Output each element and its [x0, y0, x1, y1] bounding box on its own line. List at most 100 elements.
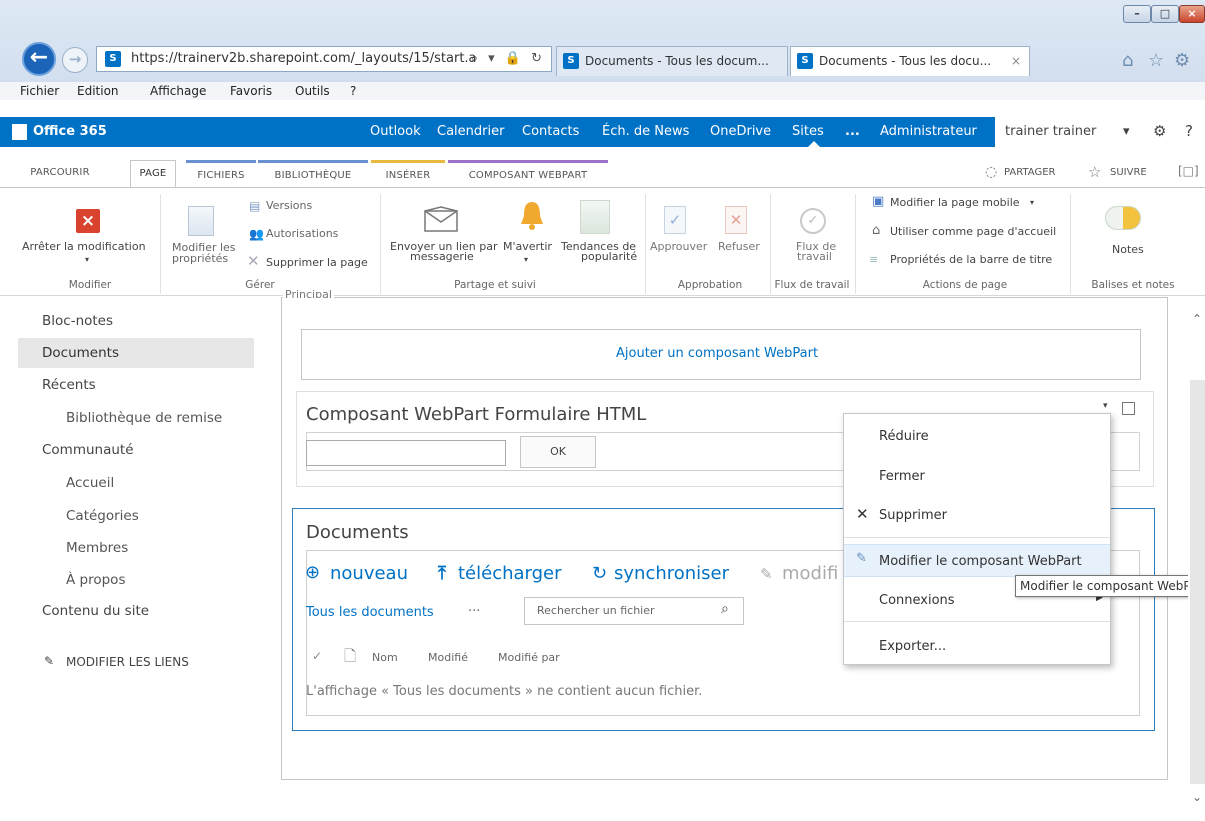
- title-bar-button[interactable]: Propriétés de la barre de titre: [890, 254, 1052, 266]
- suite-link-sites[interactable]: Sites: [792, 124, 824, 139]
- tab-fichiers[interactable]: FICHIERS: [186, 160, 256, 188]
- nav-item-bloc-notes[interactable]: Bloc-notes: [42, 313, 113, 329]
- search-icon[interactable]: ⌕: [721, 601, 729, 617]
- page-properties-icon[interactable]: [188, 206, 214, 236]
- browser-tab-active[interactable]: S Documents - Tous les docu... ×: [790, 46, 1030, 76]
- scroll-down-icon[interactable]: ⌄: [1192, 790, 1202, 804]
- edit-button[interactable]: modifi: [782, 563, 838, 584]
- upload-button[interactable]: télécharger: [458, 563, 562, 584]
- chevron-down-icon[interactable]: ▾: [1030, 197, 1034, 209]
- follow-button[interactable]: SUIVRE: [1110, 167, 1147, 178]
- pencil-icon[interactable]: ✎: [44, 654, 54, 668]
- menu-help[interactable]: ?: [350, 84, 356, 98]
- approve-button[interactable]: Approuver: [650, 241, 707, 253]
- column-header-name[interactable]: Nom: [372, 651, 398, 664]
- address-bar[interactable]: S https://trainerv2b.sharepoint.com/_lay…: [96, 46, 552, 72]
- tab-close-icon[interactable]: ×: [1011, 47, 1021, 75]
- minimize-button[interactable]: –: [1123, 5, 1151, 23]
- suite-more[interactable]: ...: [845, 124, 860, 139]
- suite-link-contacts[interactable]: Contacts: [522, 124, 579, 139]
- webpart-select-checkbox[interactable]: [1122, 402, 1135, 415]
- webpart-menu-icon[interactable]: ▾: [1103, 401, 1108, 411]
- add-circle-icon[interactable]: ⊕: [305, 562, 320, 583]
- nav-item-a-propos[interactable]: À propos: [66, 572, 125, 588]
- scroll-up-icon[interactable]: ⌃: [1192, 312, 1202, 326]
- reject-button[interactable]: Refuser: [718, 241, 760, 253]
- permissions-icon[interactable]: 👥: [249, 228, 264, 240]
- menu-item-edit-webpart[interactable]: Modifier le composant WebPart: [844, 544, 1110, 577]
- chevron-down-icon[interactable]: ▾: [524, 254, 528, 266]
- suite-link-outlook[interactable]: Outlook: [370, 124, 421, 139]
- column-header-modified[interactable]: Modifié: [428, 651, 468, 664]
- nav-item-communaute[interactable]: Communauté: [42, 442, 134, 458]
- ok-button[interactable]: OK: [520, 436, 596, 468]
- menu-favoris[interactable]: Favoris: [230, 84, 272, 98]
- menu-fichier[interactable]: Fichier: [20, 84, 59, 98]
- tab-parcourir[interactable]: PARCOURIR: [20, 160, 100, 188]
- stop-editing-icon[interactable]: ×: [76, 209, 100, 233]
- suite-link-admin[interactable]: Administrateur: [880, 124, 977, 139]
- form-text-input[interactable]: [306, 440, 506, 466]
- menu-affichage[interactable]: Affichage: [150, 84, 206, 98]
- browser-tab[interactable]: S Documents - Tous les docum...: [556, 46, 788, 76]
- scrollbar-thumb[interactable]: [1190, 380, 1205, 784]
- upload-icon[interactable]: ⤒: [438, 563, 446, 584]
- add-webpart-link[interactable]: Ajouter un composant WebPart: [616, 346, 818, 361]
- settings-icon[interactable]: ⚙: [1153, 122, 1166, 140]
- stop-editing-label[interactable]: Arrêter la modification: [22, 241, 146, 253]
- menu-item-export[interactable]: Exporter...: [844, 630, 1110, 663]
- forward-button[interactable]: →: [62, 47, 88, 73]
- email-icon[interactable]: [424, 206, 458, 232]
- versions-button[interactable]: Versions: [266, 200, 312, 212]
- approve-icon[interactable]: ✓: [664, 206, 686, 234]
- column-header-modified-by[interactable]: Modifié par: [498, 651, 560, 664]
- title-bar-icon[interactable]: ≡: [869, 254, 878, 266]
- modify-properties-label-2[interactable]: propriétés: [172, 253, 228, 265]
- homepage-icon[interactable]: ⌂: [872, 224, 880, 237]
- new-document-button[interactable]: nouveau: [330, 563, 408, 584]
- view-more-icon[interactable]: ···: [468, 604, 480, 619]
- nav-item-documents[interactable]: Documents: [42, 345, 119, 361]
- delete-page-button[interactable]: Supprimer la page: [266, 257, 368, 269]
- workflow-icon[interactable]: ✓: [800, 208, 826, 234]
- home-icon[interactable]: ⌂: [1122, 50, 1133, 71]
- back-button[interactable]: ←: [22, 42, 56, 76]
- select-all-checkmark-icon[interactable]: ✓: [312, 649, 322, 663]
- chevron-down-icon[interactable]: ▾: [1123, 124, 1130, 139]
- bell-icon[interactable]: [519, 200, 545, 232]
- homepage-button[interactable]: Utiliser comme page d'accueil: [890, 226, 1056, 238]
- delete-page-icon[interactable]: ✕: [247, 254, 260, 269]
- tab-bibliotheque[interactable]: BIBLIOTHÈQUE: [258, 160, 368, 188]
- user-name[interactable]: trainer trainer: [1005, 124, 1096, 139]
- close-window-button[interactable]: ×: [1179, 5, 1205, 23]
- chevron-down-icon[interactable]: ▾: [85, 254, 89, 266]
- nav-item-accueil[interactable]: Accueil: [66, 475, 114, 491]
- permissions-button[interactable]: Autorisations: [266, 228, 338, 240]
- alert-me-button[interactable]: M'avertir: [503, 241, 552, 253]
- mobile-page-icon[interactable]: ▣: [872, 195, 884, 208]
- address-actions[interactable]: ⌕ ▾ 🔒 ↻: [471, 47, 545, 71]
- notes-icon[interactable]: [1105, 206, 1141, 230]
- tab-page[interactable]: PAGE: [130, 160, 176, 188]
- nav-item-recents[interactable]: Récents: [42, 377, 96, 393]
- sync-icon[interactable]: ↻: [592, 563, 607, 584]
- follow-star-icon[interactable]: ☆: [1088, 163, 1101, 181]
- help-icon[interactable]: ?: [1185, 122, 1193, 140]
- view-all-documents[interactable]: Tous les documents: [306, 605, 434, 620]
- popularity-trends-icon[interactable]: [580, 200, 610, 234]
- focus-content-icon[interactable]: [□]: [1178, 164, 1199, 178]
- workflow-label-2[interactable]: travail: [797, 251, 832, 263]
- suite-brand[interactable]: Office 365: [33, 124, 107, 139]
- sync-button[interactable]: synchroniser: [614, 563, 729, 584]
- share-icon[interactable]: ◌: [985, 164, 997, 180]
- edit-pencil-icon[interactable]: ✎: [760, 565, 773, 583]
- menu-item-delete[interactable]: Supprimer: [844, 499, 1110, 532]
- edit-links-button[interactable]: MODIFIER LES LIENS: [66, 655, 189, 669]
- tab-composant-webpart[interactable]: COMPOSANT WEBPART: [448, 160, 608, 188]
- menu-item-close[interactable]: Fermer: [844, 460, 1110, 493]
- suite-link-calendar[interactable]: Calendrier: [437, 124, 504, 139]
- reject-icon[interactable]: ✕: [725, 206, 747, 234]
- suite-link-news[interactable]: Éch. de News: [602, 124, 689, 139]
- maximize-button[interactable]: □: [1151, 5, 1179, 23]
- nav-item-categories[interactable]: Catégories: [66, 508, 139, 524]
